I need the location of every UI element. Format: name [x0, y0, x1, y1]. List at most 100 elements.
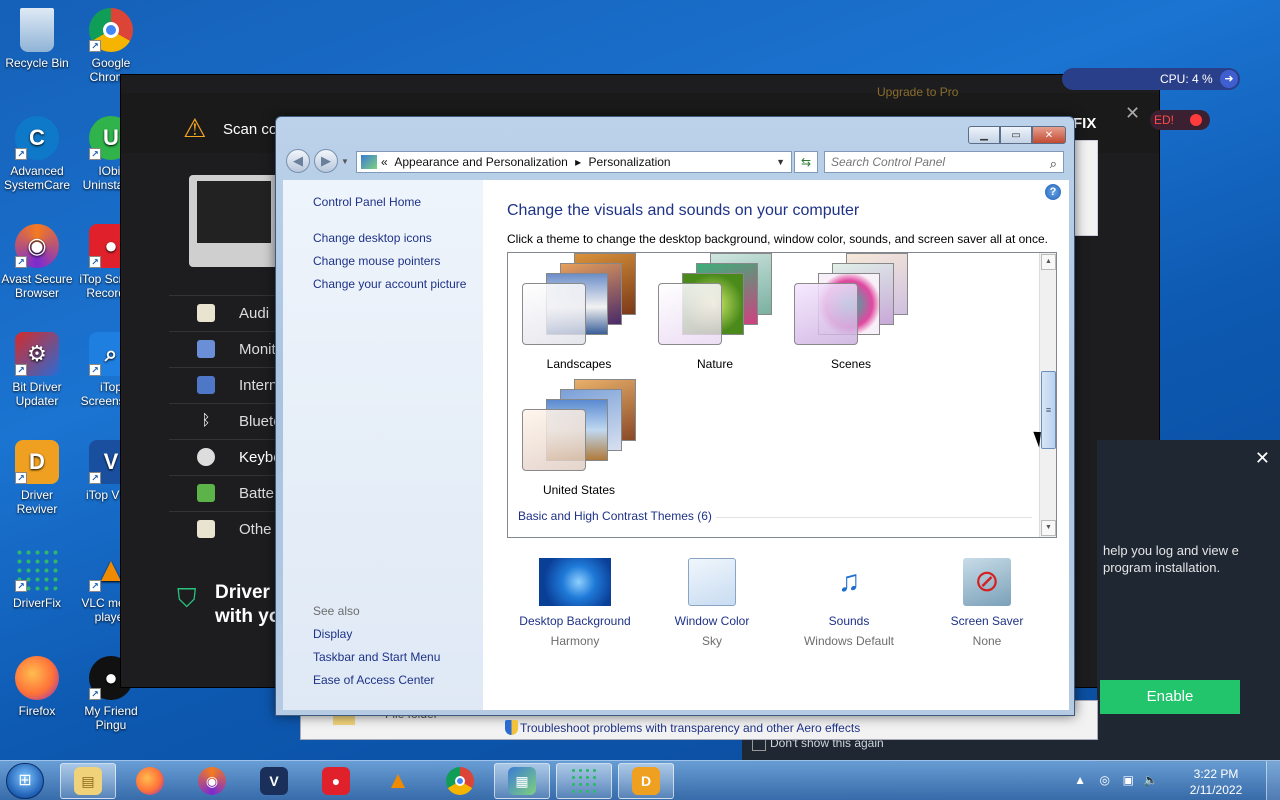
task-pane: Control Panel Home Change desktop icons …	[283, 180, 483, 710]
desktop-icon-firefox[interactable]: Firefox	[0, 656, 74, 718]
change-mouse-pointers-link[interactable]: Change mouse pointers	[313, 254, 440, 268]
laptop-image	[189, 175, 279, 267]
popup-close-icon[interactable]: ✕	[1255, 448, 1270, 469]
theme-window-preview	[794, 283, 858, 345]
breadcrumb-overflow[interactable]: «	[381, 155, 388, 169]
upgrade-link[interactable]: Upgrade to Pro	[877, 85, 958, 99]
theme-landscapes[interactable]: Landscapes	[514, 253, 644, 371]
sounds-setting[interactable]: ♫ Sounds Windows Default	[779, 558, 919, 648]
theme-window-preview	[522, 283, 586, 345]
clock[interactable]: 3:22 PM 2/11/2022	[1186, 766, 1246, 798]
driverfix-close-icon[interactable]: ✕	[1125, 103, 1140, 124]
category-audio[interactable]: Audi	[169, 295, 279, 331]
breadcrumb-personalization[interactable]: Personalization	[589, 155, 671, 169]
battery-icon	[197, 484, 215, 502]
control-panel-icon: ▦	[508, 767, 536, 795]
taskbar-explorer[interactable]: ▤	[60, 763, 116, 799]
minimize-button[interactable]: ▁	[968, 126, 1000, 144]
taskbar-start-menu-link[interactable]: Taskbar and Start Menu	[313, 650, 440, 664]
advanced-systemcare-tray-icon[interactable]: ◎	[1100, 773, 1110, 787]
status-widget[interactable]: ED!	[1150, 110, 1210, 130]
taskbar-itop-recorder[interactable]: ●	[308, 763, 364, 799]
show-desktop-button[interactable]	[1266, 761, 1280, 800]
theme-window-preview	[658, 283, 722, 345]
control-panel-home-link[interactable]: Control Panel Home	[313, 195, 421, 209]
chrome-icon	[446, 767, 474, 795]
close-button[interactable]: ✕	[1032, 126, 1066, 144]
category-monitor[interactable]: Monit	[169, 331, 279, 367]
address-dropdown-icon[interactable]: ▼	[776, 152, 785, 172]
taskbar-itop-vpn[interactable]: V	[246, 763, 302, 799]
driver-reviver-icon: D	[632, 767, 660, 795]
category-keyboard[interactable]: Keybo	[169, 439, 282, 475]
troubleshoot-aero-link[interactable]: Troubleshoot problems with transparency …	[520, 721, 860, 735]
window-color-icon	[688, 558, 736, 606]
desktop-icon-recycle-bin[interactable]: Recycle Bin	[0, 8, 74, 70]
start-button[interactable]: ⊞	[6, 763, 44, 799]
ease-of-access-link[interactable]: Ease of Access Center	[313, 673, 434, 687]
maximize-button[interactable]: ▭	[1000, 126, 1032, 144]
breadcrumb-separator[interactable]: ▸	[575, 155, 581, 169]
content-area: Control Panel Home Change desktop icons …	[283, 180, 1069, 710]
taskbar-vlc[interactable]: ▲	[370, 763, 426, 799]
desktop-icon-bit-driver-updater[interactable]: ⚙ ↗ Bit Driver Updater	[0, 332, 74, 408]
forward-button[interactable]: ▶	[314, 149, 338, 173]
desktop-icon-avast-browser[interactable]: ◉ ↗ Avast Secure Browser	[0, 224, 74, 300]
theme-list-scrollbar[interactable]: ▲ ≡ ▼	[1039, 253, 1056, 537]
theme-scenes[interactable]: Scenes	[786, 253, 916, 371]
window-color-setting[interactable]: Window Color Sky	[642, 558, 782, 648]
back-button[interactable]: ◀	[286, 149, 310, 173]
scroll-thumb[interactable]: ≡	[1041, 371, 1056, 449]
desktop-icon-chrome[interactable]: ↗ Google Chrome	[74, 8, 148, 84]
desktop-icon-driver-reviver[interactable]: D ↗ Driver Reviver	[0, 440, 74, 516]
cpu-monitor-widget[interactable]: CPU: 4 % ➜	[1062, 68, 1240, 90]
change-desktop-icons-link[interactable]: Change desktop icons	[313, 231, 432, 245]
vlc-icon: ▲	[386, 767, 410, 794]
network-icon[interactable]: ▣	[1123, 773, 1134, 787]
show-hidden-icons[interactable]: ▲	[1074, 773, 1086, 787]
scroll-up-icon[interactable]: ▲	[1041, 254, 1056, 270]
notification-popup: ✕ help you log and view e program instal…	[1097, 440, 1280, 762]
folder-icon: ▤	[74, 767, 102, 795]
taskbar-driver-reviver[interactable]: D	[618, 763, 674, 799]
category-bluetooth[interactable]: ᛒ Blueto	[169, 403, 282, 439]
category-battery[interactable]: Batte	[169, 475, 279, 511]
help-icon[interactable]: ?	[1045, 184, 1061, 200]
chrome-icon: ↗	[89, 8, 133, 52]
desktop-background-setting[interactable]: Desktop Background Harmony	[505, 558, 645, 648]
category-other[interactable]: Othe	[169, 511, 279, 547]
scroll-down-icon[interactable]: ▼	[1041, 520, 1056, 536]
category-internet[interactable]: Intern	[169, 367, 279, 403]
itop-vpn-icon: V	[260, 767, 288, 795]
display-link[interactable]: Display	[313, 627, 352, 641]
taskbar-driverfix[interactable]	[556, 763, 612, 799]
address-bar[interactable]: « Appearance and Personalization ▸ Perso…	[356, 151, 792, 173]
theme-united-states[interactable]: United States	[514, 379, 644, 497]
see-also-heading: See also	[313, 604, 360, 618]
scan-text: Scan co	[223, 121, 278, 138]
arrow-right-icon[interactable]: ➜	[1220, 70, 1238, 88]
taskbar-chrome[interactable]	[432, 763, 488, 799]
taskbar-avast-browser[interactable]: ◉	[184, 763, 240, 799]
enable-button[interactable]: Enable	[1100, 680, 1240, 714]
recycle-bin-icon	[20, 8, 54, 52]
desktop-icon-driverfix[interactable]: ↗ DriverFix	[0, 548, 74, 610]
desktop-background-icon	[539, 558, 611, 606]
breadcrumb-appearance[interactable]: Appearance and Personalization	[394, 155, 567, 169]
taskbar-firefox[interactable]	[122, 763, 178, 799]
desktop-icon-advanced-systemcare[interactable]: C ↗ Advanced SystemCare	[0, 116, 74, 192]
driver-reviver-icon: D ↗	[15, 440, 59, 484]
refresh-button[interactable]: ⇆	[794, 151, 818, 173]
theme-nature[interactable]: Nature	[650, 253, 780, 371]
desktop-icon-label: DriverFix	[13, 596, 61, 610]
screen-saver-setting[interactable]: ⊘ Screen Saver None	[917, 558, 1057, 648]
search-input[interactable]: Search Control Panel ⌕	[824, 151, 1064, 173]
search-icon[interactable]: ⌕	[1050, 154, 1057, 174]
change-account-picture-link[interactable]: Change your account picture	[313, 277, 466, 291]
warning-icon: ⚠	[183, 113, 207, 143]
taskbar-control-panel[interactable]: ▦	[494, 763, 550, 799]
history-dropdown-icon[interactable]: ▼	[341, 157, 349, 166]
basic-high-contrast-group[interactable]: Basic and High Contrast Themes (6)	[518, 509, 712, 523]
group-divider	[716, 517, 1032, 518]
volume-muted-icon[interactable]: 🔈	[1143, 773, 1158, 787]
